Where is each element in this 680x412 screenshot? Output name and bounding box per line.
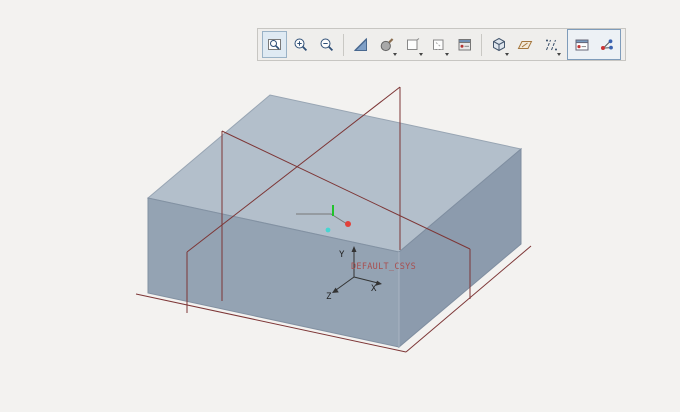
datum-display-group [567,29,621,60]
refit-button[interactable] [348,31,373,58]
dropdown-caret[interactable] [557,53,561,56]
refit-icon [353,37,369,53]
datum-point-display-button[interactable] [569,31,594,58]
no-hidden-button[interactable] [400,31,425,58]
csys-name-tag[interactable]: DEFAULT_CSYS [351,262,416,272]
shade-button[interactable] [374,31,399,58]
datum-plane-icon [517,37,533,53]
toolbar-separator [481,34,482,56]
display-style-button[interactable] [486,31,511,58]
hidden-line-icon [431,37,447,53]
csys-display-icon [599,37,615,53]
zoom-window-button[interactable] [262,31,287,58]
datum-axis-icon [543,37,559,53]
zoom-in-button[interactable] [288,31,313,58]
dropdown-caret[interactable] [393,53,397,56]
csys-display-button[interactable] [594,31,619,58]
csys-z-label: Z [326,292,332,302]
dropdown-caret[interactable] [419,53,423,56]
csys-y-label: Y [339,250,345,260]
zoom-out-button[interactable] [314,31,339,58]
zoom-in-icon [293,37,309,53]
zoom-out-icon [319,37,335,53]
datum-plane-display-button[interactable] [512,31,537,58]
zoom-window-icon [267,37,283,53]
view-toolbar [257,28,626,61]
datum-point-icon [574,37,590,53]
no-hidden-icon [405,37,421,53]
solid-block[interactable] [148,95,521,347]
spin-center-red-dot [345,221,351,227]
shade-icon [379,37,395,53]
hidden-line-button[interactable] [426,31,451,58]
toolbar-separator [343,34,344,56]
graphics-viewport[interactable]: Y X Z DEFAULT_CSYS [0,0,680,412]
spin-center-cyan-dot [326,228,331,233]
csys-x-label: X [371,284,377,294]
view-manager-button[interactable] [452,31,477,58]
dropdown-caret[interactable] [505,53,509,56]
dropdown-caret[interactable] [445,53,449,56]
wireframe-cube-icon [491,37,507,53]
datum-axis-display-button[interactable] [538,31,563,58]
view-manager-icon [457,37,473,53]
